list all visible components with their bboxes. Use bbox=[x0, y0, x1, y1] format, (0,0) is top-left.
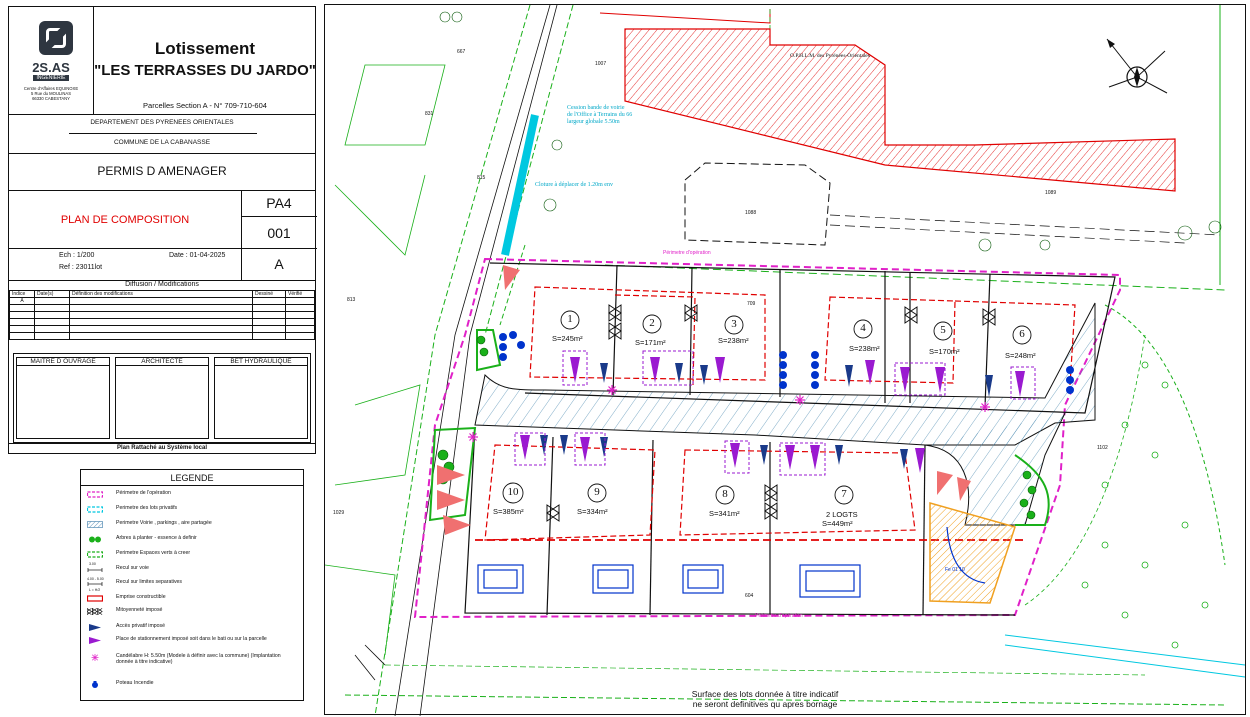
parcel-1088: 1088 bbox=[745, 210, 757, 216]
north-arrow-icon bbox=[1106, 38, 1168, 94]
department: DEPARTEMENT DES PYRENEES ORIENTALES bbox=[90, 119, 234, 126]
company-address: Centre d'Affaires EQUINOXE 5 Rue du MOUL… bbox=[23, 86, 79, 101]
lot-7-extra: 2 LOGTS bbox=[826, 510, 858, 519]
site-plan-drawing bbox=[325, 5, 1246, 716]
legend-item-operation: Périmetre de l'opération bbox=[87, 490, 297, 502]
parcel-709: 709 bbox=[747, 301, 756, 307]
lot-10-area: S=385m² bbox=[493, 507, 524, 516]
lot-10-number: 10 bbox=[507, 486, 519, 498]
legend-item-parking: Place de stationnement imposé soit dans … bbox=[87, 636, 297, 654]
project-name: "LES TERRASSES DU JARDO" bbox=[94, 62, 316, 79]
project-title: Lotissement bbox=[154, 39, 256, 58]
role-bet: BET HYDRAULIQUE bbox=[215, 358, 307, 366]
lot-9-area: S=334m² bbox=[577, 507, 608, 516]
legend-item-trees: Arbres à planter - essence à definir bbox=[87, 535, 297, 547]
company-logo-icon bbox=[39, 21, 73, 55]
legend-item-acces: Accès privatif imposé bbox=[87, 623, 297, 635]
pools bbox=[477, 564, 861, 598]
parcel-1029: 1029 bbox=[333, 510, 345, 516]
star-icon bbox=[91, 654, 99, 661]
legend-item-emprise: Emprise constructible bbox=[87, 594, 297, 606]
basin-label: Fe 01 10 bbox=[945, 567, 965, 573]
lot-5-number: 5 bbox=[940, 324, 946, 336]
surface-note: Surface des lots donnée à titre indicati… bbox=[691, 689, 839, 709]
modifications-table: Indice Date(s) Définition des modificati… bbox=[9, 290, 315, 340]
lot-6-area: S=248m² bbox=[1005, 351, 1036, 360]
perimetre-label-bottom: Périmetre d'opération bbox=[755, 613, 803, 619]
lot-3-area: S=238m² bbox=[718, 336, 749, 345]
perimetre-label-top: Périmetre d'opération bbox=[663, 250, 711, 256]
lot-2-number: 2 bbox=[649, 317, 655, 329]
lot-1-area: S=245m² bbox=[552, 334, 583, 343]
lot-4-number: 4 bbox=[860, 322, 866, 334]
role-maitre: MAITRE D OUVRAGE bbox=[17, 358, 109, 366]
parcel-1007: 1007 bbox=[595, 61, 607, 67]
scale: Ech : 1/200 bbox=[59, 252, 95, 259]
lot-7-area: S=449m² bbox=[822, 519, 853, 528]
lot-5-area: S=170m² bbox=[929, 347, 960, 356]
parcel-667: 667 bbox=[457, 49, 466, 55]
date: Date : 01-04-2025 bbox=[169, 252, 226, 259]
legend-item-recul-voie: 3.00 Recul sur voie bbox=[87, 562, 149, 572]
company-tag: INGENIERIE bbox=[32, 75, 70, 81]
parcel-815: 815 bbox=[477, 175, 486, 181]
lot-3-number: 3 bbox=[731, 318, 737, 330]
commune: COMMUNE DE LA CABANASSE bbox=[113, 139, 211, 146]
plan-name: PLAN DE COMPOSITION bbox=[60, 214, 190, 226]
parking-triangle-icon bbox=[89, 637, 101, 644]
parcels-ref: Parcelles Section A - N° 709-710-604 bbox=[143, 101, 267, 110]
legend-item-lots: Perimetre des lots privatifs bbox=[87, 505, 297, 517]
cloture-label: Cloture à déplacer de 1.20m env bbox=[535, 182, 613, 188]
company-logo-box: 2S.AS INGENIERIE Centre d'Affaires EQUIN… bbox=[9, 7, 94, 114]
title-footer: Plan Rattaché au Système local bbox=[9, 443, 315, 451]
lot-1-number: 1 bbox=[567, 313, 573, 325]
company-name: 2S.AS bbox=[32, 60, 70, 75]
lot-8-number: 8 bbox=[722, 488, 728, 500]
permit-type: PERMIS D AMENAGER bbox=[97, 164, 227, 178]
lot-8-area: S=341m² bbox=[709, 509, 740, 518]
roles-area: MAITRE D OUVRAGE ARCHITECTE BET HYDRAULI… bbox=[13, 353, 311, 443]
ophlm-emprise bbox=[624, 28, 1176, 192]
cession-label: Cession bande de voirie de l'Office à Ter… bbox=[567, 105, 633, 125]
title-block: 2S.AS INGENIERIE Centre d'Affaires EQUIN… bbox=[8, 6, 317, 454]
legend-item-mitoyennete: Mitoyenneté imposé bbox=[87, 607, 297, 619]
ophlm-label: O.P.H.L.M. des Pyrénées-Orientales bbox=[790, 53, 870, 59]
lot-4-area: S=238m² bbox=[849, 344, 880, 353]
legend-title: LEGENDE bbox=[170, 473, 214, 483]
upper-emprise bbox=[529, 286, 1076, 386]
shrub-icons bbox=[1081, 361, 1209, 649]
parcel-813: 813 bbox=[347, 297, 356, 303]
parcel-1089: 1089 bbox=[1045, 190, 1057, 196]
lot-6-number: 6 bbox=[1019, 328, 1025, 340]
tree-icon bbox=[89, 536, 101, 543]
parcel-831: 831 bbox=[425, 111, 434, 117]
parcel-604: 604 bbox=[745, 593, 754, 599]
lot-9-number: 9 bbox=[594, 486, 600, 498]
legend-item-hydrant: Poteau Incendie bbox=[87, 680, 297, 692]
lot-2-area: S=171m² bbox=[635, 338, 666, 347]
legend: LEGENDE Périmetre de l'opération Perimet… bbox=[80, 469, 304, 701]
bowtie-icon bbox=[87, 608, 103, 615]
hydrant-icon bbox=[92, 681, 98, 688]
role-architecte: ARCHITECTE bbox=[116, 358, 208, 366]
site-plan: 1 S=245m² 2 S=171m² 3 S=238m² 4 S=238m² … bbox=[324, 4, 1246, 716]
legend-item-candelabre: Candélabre H: 5.50m (Modele à définir av… bbox=[87, 653, 297, 679]
plan-number: 001 bbox=[267, 225, 291, 241]
flag-icon bbox=[89, 624, 101, 631]
reference: Ref : 23011lot bbox=[59, 264, 103, 271]
diffusion-title: Diffusion / Modifications bbox=[125, 281, 199, 288]
revision: A bbox=[274, 256, 284, 272]
pa-code: PA4 bbox=[266, 195, 292, 211]
legend-item-voirie: Perimetre Voirie , parkings , aire parta… bbox=[87, 520, 297, 532]
legend-item-recul-limites: 4.00 - 5.00 L = H/2 Recul sur limites se… bbox=[87, 577, 183, 592]
parcel-1102: 1102 bbox=[1097, 445, 1108, 451]
legend-item-green: Perimetre Espaces verts à creer bbox=[87, 550, 297, 562]
lot-7-number: 7 bbox=[841, 488, 847, 500]
